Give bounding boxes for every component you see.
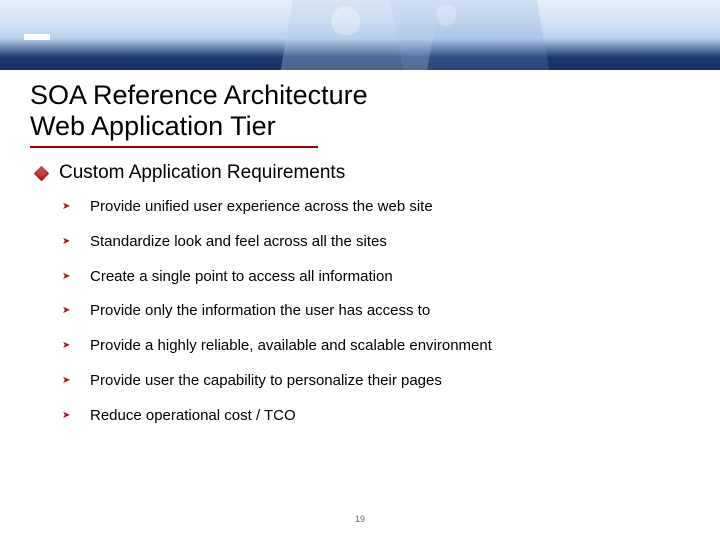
- chevron-right-icon: ➤: [62, 233, 72, 251]
- list-item-text: Provide unified user experience across t…: [90, 198, 433, 217]
- list-item: ➤ Provide user the capability to persona…: [62, 372, 692, 391]
- list-item: ➤ Standardize look and feel across all t…: [62, 233, 692, 252]
- chevron-right-icon: ➤: [62, 407, 72, 425]
- list-item-text: Provide a highly reliable, available and…: [90, 337, 492, 356]
- list-item-text: Standardize look and feel across all the…: [90, 233, 387, 252]
- chevron-right-icon: ➤: [62, 268, 72, 286]
- chevron-right-icon: ➤: [62, 302, 72, 320]
- bullet-list: ➤ Provide unified user experience across…: [62, 198, 692, 425]
- title-underline: [30, 146, 318, 148]
- list-item: ➤ Create a single point to access all in…: [62, 268, 692, 287]
- list-item-text: Provide user the capability to personali…: [90, 372, 442, 391]
- slide-content: SOA Reference Architecture Web Applicati…: [0, 70, 720, 425]
- banner-dash-icon: [24, 34, 50, 40]
- title-line-2: Web Application Tier: [30, 111, 276, 141]
- list-item-text: Reduce operational cost / TCO: [90, 407, 296, 426]
- title-line-1: SOA Reference Architecture: [30, 80, 368, 110]
- list-item: ➤ Provide only the information the user …: [62, 302, 692, 321]
- chevron-right-icon: ➤: [62, 372, 72, 390]
- chevron-right-icon: ➤: [62, 198, 72, 216]
- chevron-right-icon: ➤: [62, 337, 72, 355]
- list-item: ➤ Reduce operational cost / TCO: [62, 407, 692, 426]
- list-item-text: Create a single point to access all info…: [90, 268, 393, 287]
- section-heading: Custom Application Requirements: [36, 162, 692, 184]
- section-heading-text: Custom Application Requirements: [59, 162, 345, 184]
- slide-title: SOA Reference Architecture Web Applicati…: [30, 80, 692, 142]
- list-item-text: Provide only the information the user ha…: [90, 302, 430, 321]
- list-item: ➤ Provide unified user experience across…: [62, 198, 692, 217]
- list-item: ➤ Provide a highly reliable, available a…: [62, 337, 692, 356]
- page-number: 19: [355, 514, 365, 524]
- header-banner: [0, 0, 720, 70]
- diamond-bullet-icon: [34, 165, 50, 181]
